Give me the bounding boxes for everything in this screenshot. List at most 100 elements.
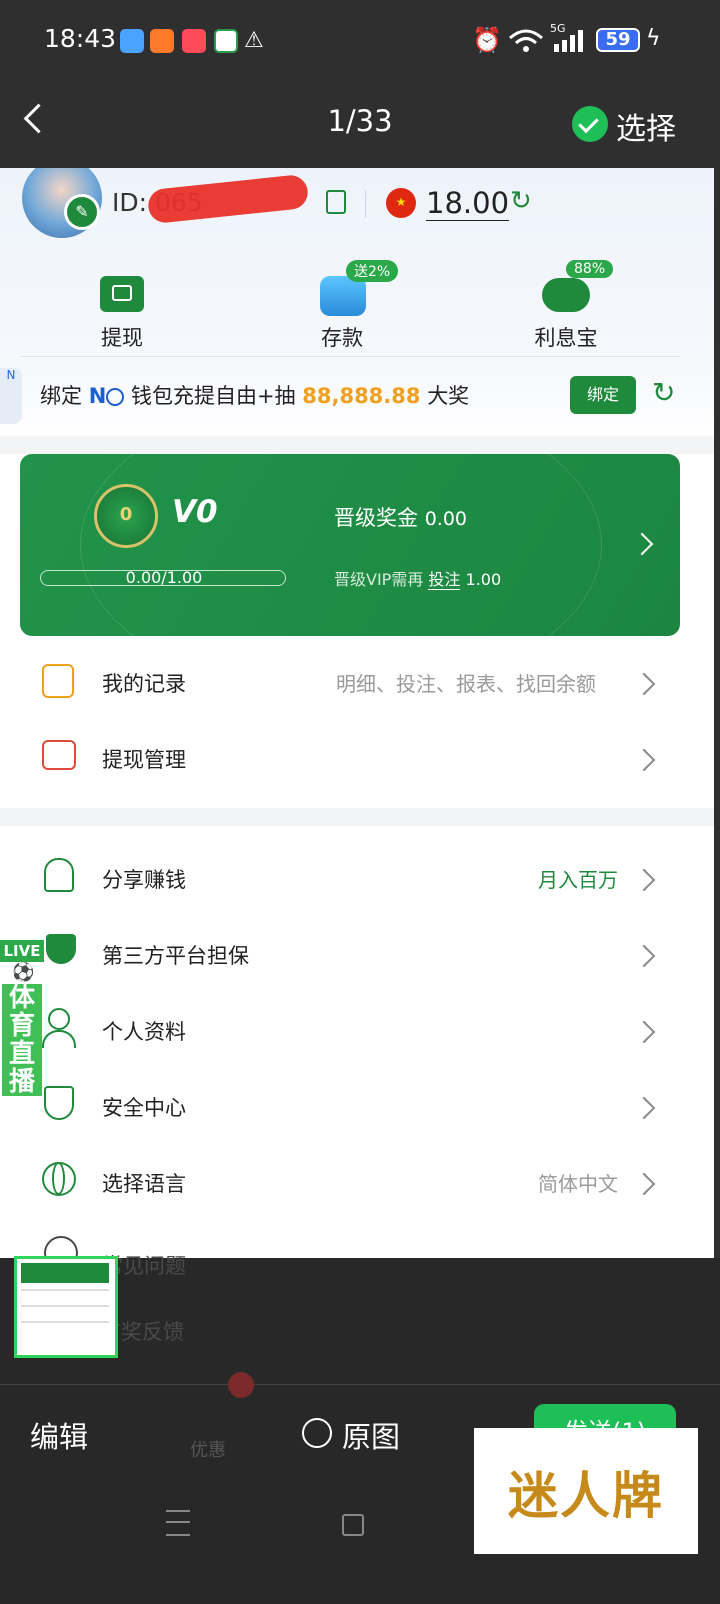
menu-value: 明细、投注、报表、找回余额 [336,672,596,696]
watermark-text: 迷人牌 [508,1466,664,1525]
alarm-icon: ⏰ [472,26,502,54]
record-icon [42,664,74,698]
app-screen: ✎ ID: 065 ★ 18.00 ↻ 提现 送2% 存款 88% 利息宝 N … [0,168,714,1258]
copy-icon[interactable] [326,190,346,214]
app-notification-icon [120,29,144,53]
deposit-action[interactable]: 送2% 存款 [280,260,404,358]
deposit-wallet-icon [320,276,366,316]
wifi-icon [509,29,543,52]
image-counter: 1/33 [327,104,393,138]
deposit-badge: 送2% [346,260,399,282]
withdraw-icon [100,276,144,312]
vip-requirement: 晋级VIP需再 投注 1.00 [334,566,501,590]
withdraw-action[interactable]: 提现 [60,268,184,358]
live-sports-text: 体育直播 [2,984,42,1096]
menu-item-records[interactable]: 我的记录 明细、投注、报表、找回余额 [0,644,714,720]
side-tab-label: N [6,368,16,382]
vip-progress-text: 0.00/1.00 [125,568,203,587]
soccer-ball-icon: ⚽ [12,962,35,983]
piggy-bank-icon [542,278,590,312]
menu-label: 个人资料 [102,1020,186,1044]
chevron-right-icon [632,868,656,892]
chevron-right-icon [632,1172,656,1196]
charging-icon: ϟ [646,26,661,51]
home-nav-icon[interactable] [342,1514,364,1536]
live-sports-float[interactable]: LIVE ⚽ 体育直播 [0,940,44,1096]
back-icon[interactable] [23,103,54,134]
selected-thumbnail[interactable] [14,1256,118,1358]
side-tab[interactable]: N [0,368,22,424]
chevron-right-icon [632,1096,656,1120]
bonus-label: 晋级奖金 [334,506,418,530]
bottom-nav-promo: 优惠 [190,1440,226,1461]
select-button[interactable]: 选择 [616,104,676,148]
promotion-bonus: 晋级奖金 0.00 [334,502,467,532]
refresh-icon[interactable]: ↻ [652,376,675,409]
battery-indicator: 59 [596,28,640,52]
menu-label: 选择语言 [102,1172,186,1196]
interest-action[interactable]: 88% 利息宝 [504,260,628,358]
warning-icon: ⚠ [244,28,264,53]
status-bar: 18:43 ⚠ ⏰ 5G 59 ϟ [0,0,720,82]
shield-icon [44,1086,74,1120]
signal-icon [554,30,583,52]
menu-item-withdraw-manage[interactable]: 提现管理 [0,720,714,796]
divider [0,1384,720,1385]
shield-app-icon [214,29,238,53]
globe-icon [42,1162,76,1196]
nb-coin-icon [106,388,125,406]
menu-value: 简体中文 [538,1172,618,1196]
requirement-prefix: 晋级VIP需再 [334,570,424,589]
chevron-right-icon [632,1020,656,1044]
watermark-logo: 迷人牌 [474,1428,698,1554]
original-radio[interactable] [302,1418,332,1448]
chevron-right-icon [630,532,654,556]
bind-prefix: 绑定 [40,384,82,408]
bind-banner-text: 绑定 N 钱包充提自由+抽 88,888.88 大奖 [40,380,469,410]
chevron-right-icon [632,944,656,968]
menu-item-security[interactable]: 安全中心 [0,1068,714,1144]
deposit-label: 存款 [321,326,363,350]
menu-label: 我的记录 [102,672,186,696]
refresh-balance-icon[interactable]: ↻ [510,186,532,216]
chevron-right-icon [632,672,656,696]
interest-label: 利息宝 [534,326,598,350]
app-notification-icon [150,29,174,53]
section-gap [0,808,714,826]
status-time: 18:43 [44,24,117,53]
bind-suffix: 大奖 [427,384,470,408]
profile-icon [48,1008,70,1030]
section-gap [0,436,714,454]
gallery-top-bar: 1/33 选择 [0,82,720,168]
requirement-action: 投注 [428,570,461,590]
menu-nav-icon[interactable] [166,1510,190,1536]
edit-avatar-icon[interactable]: ✎ [64,194,100,230]
menu-item-guarantee[interactable]: 第三方平台担保 [0,916,714,992]
withdraw-label: 提现 [101,326,143,350]
vip-card[interactable]: 0 V0 0.00/1.00 晋级奖金 0.00 晋级VIP需再 投注 1.00 [20,454,680,636]
nb-brand-logo: N [88,384,107,408]
divider [365,190,366,218]
select-check-icon[interactable] [572,106,608,142]
balance-amount: 18.00 [426,186,510,221]
divider [20,356,680,357]
live-label: LIVE [0,940,44,962]
menu-item-language[interactable]: 选择语言 简体中文 [0,1144,714,1220]
share-icon [44,858,74,892]
interest-badge: 88% [566,260,614,278]
edit-button[interactable]: 编辑 [30,1414,88,1456]
original-label: 原图 [342,1420,401,1454]
video-app-icon [182,29,206,53]
menu-label: 分享赚钱 [102,868,186,892]
menu-label: 安全中心 [102,1096,186,1120]
notification-dot [228,1372,254,1398]
menu-item-share[interactable]: 分享赚钱 月入百万 [0,840,714,916]
menu-item-profile[interactable]: 个人资料 [0,992,714,1068]
profile-icon-body [42,1030,76,1048]
prize-amount: 88,888.88 [302,384,421,408]
bonus-value: 0.00 [424,508,467,530]
vip-level: V0 [172,494,218,530]
guarantee-icon [46,934,76,964]
bind-button[interactable]: 绑定 [570,376,636,414]
withdraw-manage-icon [42,740,76,770]
